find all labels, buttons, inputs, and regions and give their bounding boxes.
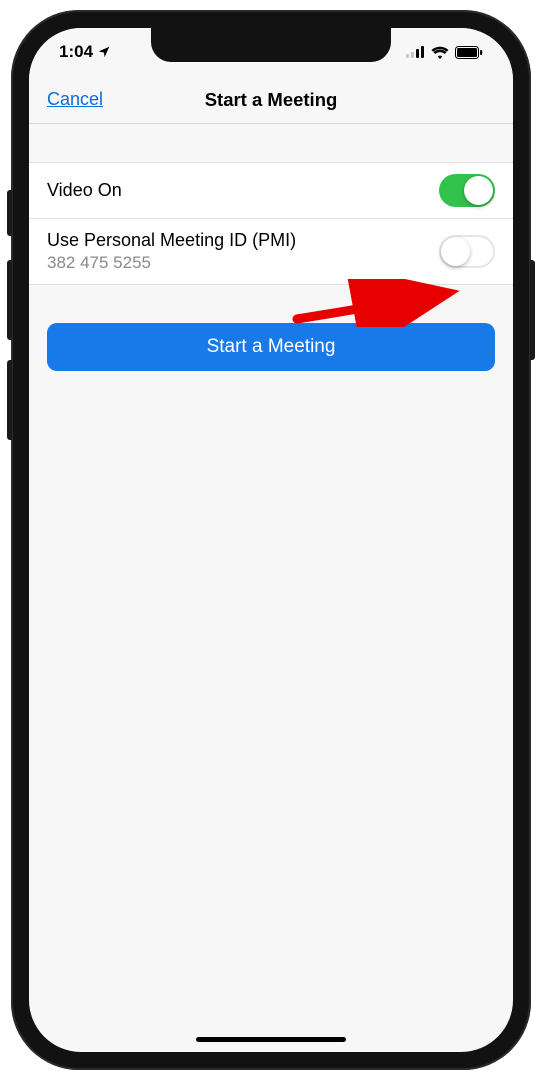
navigation-bar: Cancel Start a Meeting (29, 76, 513, 124)
pmi-toggle[interactable] (439, 235, 495, 268)
notch (151, 28, 391, 62)
toggle-knob (441, 237, 470, 266)
pmi-label: Use Personal Meeting ID (PMI) (47, 230, 296, 251)
status-right (403, 46, 483, 59)
video-on-label: Video On (47, 180, 122, 201)
cancel-button[interactable]: Cancel (47, 89, 103, 110)
location-icon (97, 45, 111, 59)
video-on-toggle[interactable] (439, 174, 495, 207)
status-time: 1:04 (59, 42, 93, 62)
pmi-row: Use Personal Meeting ID (PMI) 382 475 52… (29, 218, 513, 285)
cellular-signal-icon (406, 46, 425, 58)
video-on-row: Video On (29, 162, 513, 219)
screen: 1:04 (29, 28, 513, 1052)
wifi-icon (431, 46, 449, 59)
phone-frame: 1:04 (11, 10, 531, 1070)
page-title: Start a Meeting (205, 89, 338, 111)
pmi-value: 382 475 5255 (47, 253, 296, 273)
status-left: 1:04 (59, 42, 139, 62)
battery-icon (455, 46, 483, 59)
content: Video On Use Personal Meeting ID (PMI) 3… (29, 124, 513, 371)
start-meeting-button[interactable]: Start a Meeting (47, 323, 495, 371)
side-button (530, 260, 535, 360)
home-indicator[interactable] (196, 1037, 346, 1042)
toggle-knob (464, 176, 493, 205)
